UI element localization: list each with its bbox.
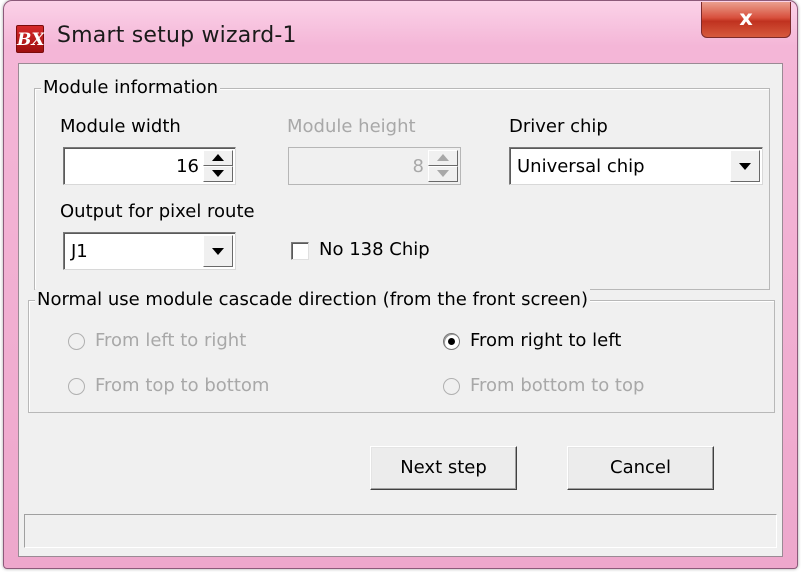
radio-right-to-left[interactable] <box>443 333 460 350</box>
radio-selected-dot-icon <box>448 338 455 345</box>
chevron-down-icon <box>739 163 751 170</box>
arrow-down-icon <box>212 170 224 177</box>
arrow-up-icon <box>437 154 449 161</box>
next-step-button[interactable]: Next step <box>370 446 517 490</box>
output-pixel-route-value: J1 <box>71 241 88 262</box>
module-height-spinner[interactable]: 8 <box>288 147 461 185</box>
cancel-button[interactable]: Cancel <box>567 446 714 490</box>
close-button[interactable]: x <box>701 2 791 38</box>
module-height-decrement-button[interactable] <box>428 166 458 182</box>
arrow-down-icon <box>437 170 449 177</box>
driver-chip-label: Driver chip <box>509 116 608 137</box>
app-logo-icon: BX <box>16 25 45 53</box>
title-bar[interactable]: BX Smart setup wizard-1 x <box>4 1 797 63</box>
module-width-increment-button[interactable] <box>203 150 233 166</box>
module-height-label: Module height <box>287 116 416 137</box>
module-width-spinner[interactable]: 16 <box>63 147 236 185</box>
module-height-increment-button[interactable] <box>428 150 458 166</box>
cascade-direction-title: Normal use module cascade direction (fro… <box>35 289 590 310</box>
wizard-window: BX Smart setup wizard-1 x Module informa… <box>3 0 798 569</box>
module-width-label: Module width <box>60 116 181 137</box>
module-information-group: Module information Module width 16 Modul… <box>34 77 770 290</box>
chevron-down-icon <box>212 248 224 255</box>
module-width-value: 16 <box>176 156 199 177</box>
cascade-direction-group: Normal use module cascade direction (fro… <box>28 289 775 413</box>
window-title: Smart setup wizard-1 <box>57 23 297 48</box>
no-138-chip-checkbox[interactable] <box>291 242 309 260</box>
driver-chip-dropdown-button[interactable] <box>730 150 760 182</box>
output-pixel-route-dropdown[interactable]: J1 <box>63 232 236 270</box>
option-right-to-left-label[interactable]: From right to left <box>470 330 621 351</box>
dialog-client-area: Module information Module width 16 Modul… <box>18 63 783 557</box>
module-width-decrement-button[interactable] <box>203 166 233 182</box>
output-pixel-route-label: Output for pixel route <box>60 201 255 222</box>
status-bar <box>24 514 777 548</box>
option-bottom-to-top-label[interactable]: From bottom to top <box>470 375 644 396</box>
no-138-chip-label[interactable]: No 138 Chip <box>319 239 430 260</box>
option-left-to-right-label[interactable]: From left to right <box>95 330 246 351</box>
option-top-to-bottom-label[interactable]: From top to bottom <box>95 375 269 396</box>
module-height-spin-buttons <box>428 150 458 182</box>
module-height-value: 8 <box>412 156 424 177</box>
radio-bottom-to-top[interactable] <box>443 378 460 395</box>
driver-chip-value: Universal chip <box>517 156 645 177</box>
radio-left-to-right[interactable] <box>68 333 85 350</box>
module-information-title: Module information <box>41 77 221 98</box>
radio-top-to-bottom[interactable] <box>68 378 85 395</box>
module-width-spin-buttons <box>203 150 233 182</box>
driver-chip-dropdown[interactable]: Universal chip <box>509 147 763 185</box>
arrow-up-icon <box>212 154 224 161</box>
output-pixel-route-dropdown-button[interactable] <box>203 235 233 267</box>
